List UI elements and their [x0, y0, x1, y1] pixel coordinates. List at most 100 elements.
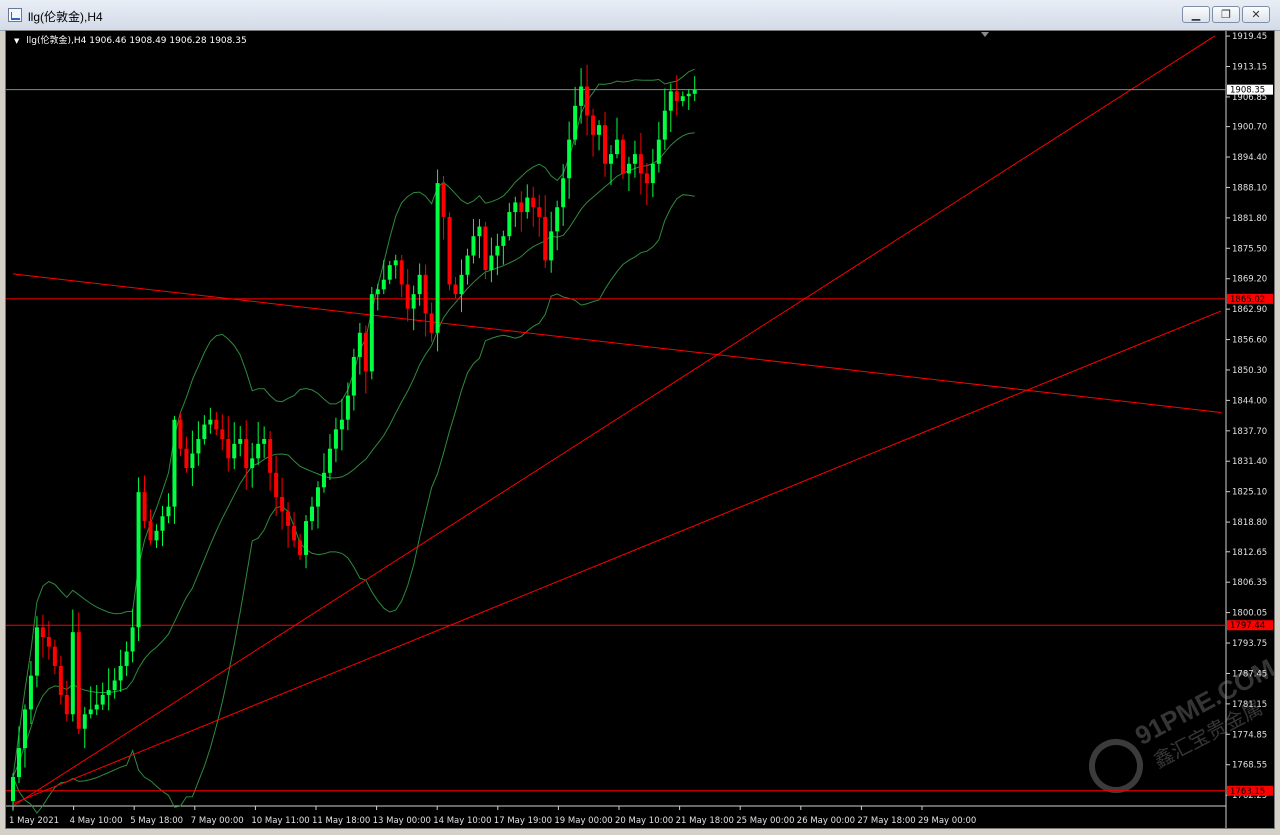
y-tick-label: 1774.85 — [1232, 730, 1267, 740]
candle-body — [310, 506, 314, 522]
candle-body — [274, 472, 279, 497]
y-tick-label: 1862.90 — [1232, 305, 1267, 315]
candle-body — [142, 492, 147, 522]
candle-body — [417, 274, 422, 295]
y-tick-label: 1900.70 — [1232, 123, 1267, 133]
y-tick-label: 1806.35 — [1232, 578, 1267, 588]
window-titlebar: llg(伦敦金),H4 ▁ ❐ ✕ — [0, 0, 1280, 31]
candle-body — [620, 139, 625, 174]
y-tick-label: 1793.75 — [1232, 639, 1267, 649]
candle-body — [250, 458, 255, 468]
candle-body — [292, 525, 297, 541]
level-price-label: 1865.02 — [1230, 295, 1265, 305]
candle-body — [70, 632, 75, 715]
candle-body — [614, 139, 619, 155]
candle-body — [196, 439, 201, 454]
candle-body — [668, 91, 673, 111]
candle-body — [393, 260, 398, 266]
level-price-label: 1797.44 — [1230, 621, 1265, 631]
restore-button[interactable]: ❐ — [1212, 6, 1240, 23]
bollinger-lower-band — [12, 194, 695, 814]
candle-body — [184, 448, 189, 468]
candle-body — [459, 274, 464, 295]
candle-body — [644, 173, 649, 184]
candle-body — [268, 439, 273, 473]
candle-body — [686, 93, 691, 97]
x-tick-label: 20 May 10:00 — [615, 816, 673, 826]
y-tick-label: 1812.65 — [1232, 548, 1267, 558]
trend-line — [12, 35, 1216, 807]
level-price-label: 1763.15 — [1230, 787, 1265, 797]
y-tick-label: 1825.10 — [1232, 488, 1267, 498]
candle-body — [64, 694, 69, 715]
candle-body — [585, 86, 590, 116]
symbol-header: ▼ llg(伦敦金),H4 1906.46 1908.49 1906.28 19… — [14, 33, 247, 46]
candle-body — [345, 395, 350, 420]
x-tick-label: 11 May 18:00 — [312, 816, 370, 826]
price-chart[interactable]: 91PME.COM鑫汇宝贵金属1919.451913.151906.851900… — [6, 31, 1274, 828]
candle-body — [160, 516, 165, 531]
y-tick-label: 1919.45 — [1232, 32, 1267, 42]
y-tick-label: 1787.45 — [1232, 669, 1267, 679]
x-tick-label: 17 May 19:00 — [494, 816, 552, 826]
candle-body — [543, 216, 548, 261]
candle-body — [94, 704, 99, 710]
candle-body — [549, 231, 554, 261]
candle-body — [489, 255, 494, 271]
x-tick-label: 1 May 2021 — [9, 816, 59, 826]
candle-body — [118, 665, 123, 681]
triangle-down-icon[interactable]: ▼ — [14, 37, 19, 45]
candle-body — [100, 694, 105, 705]
x-tick-label: 29 May 00:00 — [918, 816, 976, 826]
y-tick-label: 1888.10 — [1232, 183, 1267, 193]
candle-body — [321, 472, 326, 488]
ohlc-values: 1906.46 1908.49 1906.28 1908.35 — [89, 36, 247, 46]
x-tick-label: 13 May 00:00 — [373, 816, 431, 826]
candle-body — [411, 294, 416, 309]
candle-body — [124, 651, 129, 666]
candle-body — [632, 154, 637, 164]
candle-body — [525, 197, 530, 213]
candle-body — [609, 154, 613, 164]
candle-body — [405, 284, 410, 309]
candle-body — [351, 356, 356, 396]
x-tick-label: 5 May 18:00 — [130, 816, 183, 826]
minimize-button[interactable]: ▁ — [1182, 6, 1210, 23]
current-price-label: 1908.35 — [1230, 86, 1265, 96]
x-tick-label: 26 May 00:00 — [797, 816, 855, 826]
y-tick-label: 1800.05 — [1232, 609, 1267, 619]
candle-body — [573, 105, 578, 140]
y-tick-label: 1875.50 — [1232, 244, 1267, 254]
candle-body — [555, 207, 560, 232]
y-tick-label: 1850.30 — [1232, 366, 1267, 376]
candle-body — [363, 332, 368, 372]
y-tick-label: 1894.40 — [1232, 153, 1267, 163]
candle-body — [136, 492, 141, 628]
candle-body — [220, 429, 225, 440]
candle-body — [106, 690, 111, 695]
candle-body — [226, 439, 231, 459]
close-button[interactable]: ✕ — [1242, 6, 1270, 23]
bollinger-upper-band — [12, 68, 695, 778]
x-tick-label: 25 May 00:00 — [736, 816, 794, 826]
candle-body — [208, 419, 213, 425]
watermark-icon — [1089, 739, 1143, 793]
trend-line — [12, 310, 1222, 805]
window-title: llg(伦敦金),H4 — [28, 10, 103, 24]
candle-body — [130, 627, 135, 652]
candle-body — [40, 627, 45, 637]
candle-body — [178, 419, 183, 449]
candle-body — [166, 506, 171, 517]
candle-body — [591, 115, 596, 135]
candle-body — [256, 443, 261, 459]
candle-body — [531, 197, 536, 208]
candle-body — [58, 665, 63, 695]
candle-body — [82, 714, 87, 729]
chart-shift-marker — [981, 32, 989, 37]
candle-body — [148, 521, 153, 541]
candle-body — [465, 255, 470, 275]
candle-body — [471, 236, 476, 256]
candle-body — [519, 202, 524, 213]
candle-body — [435, 183, 440, 333]
candle-body — [304, 521, 309, 555]
